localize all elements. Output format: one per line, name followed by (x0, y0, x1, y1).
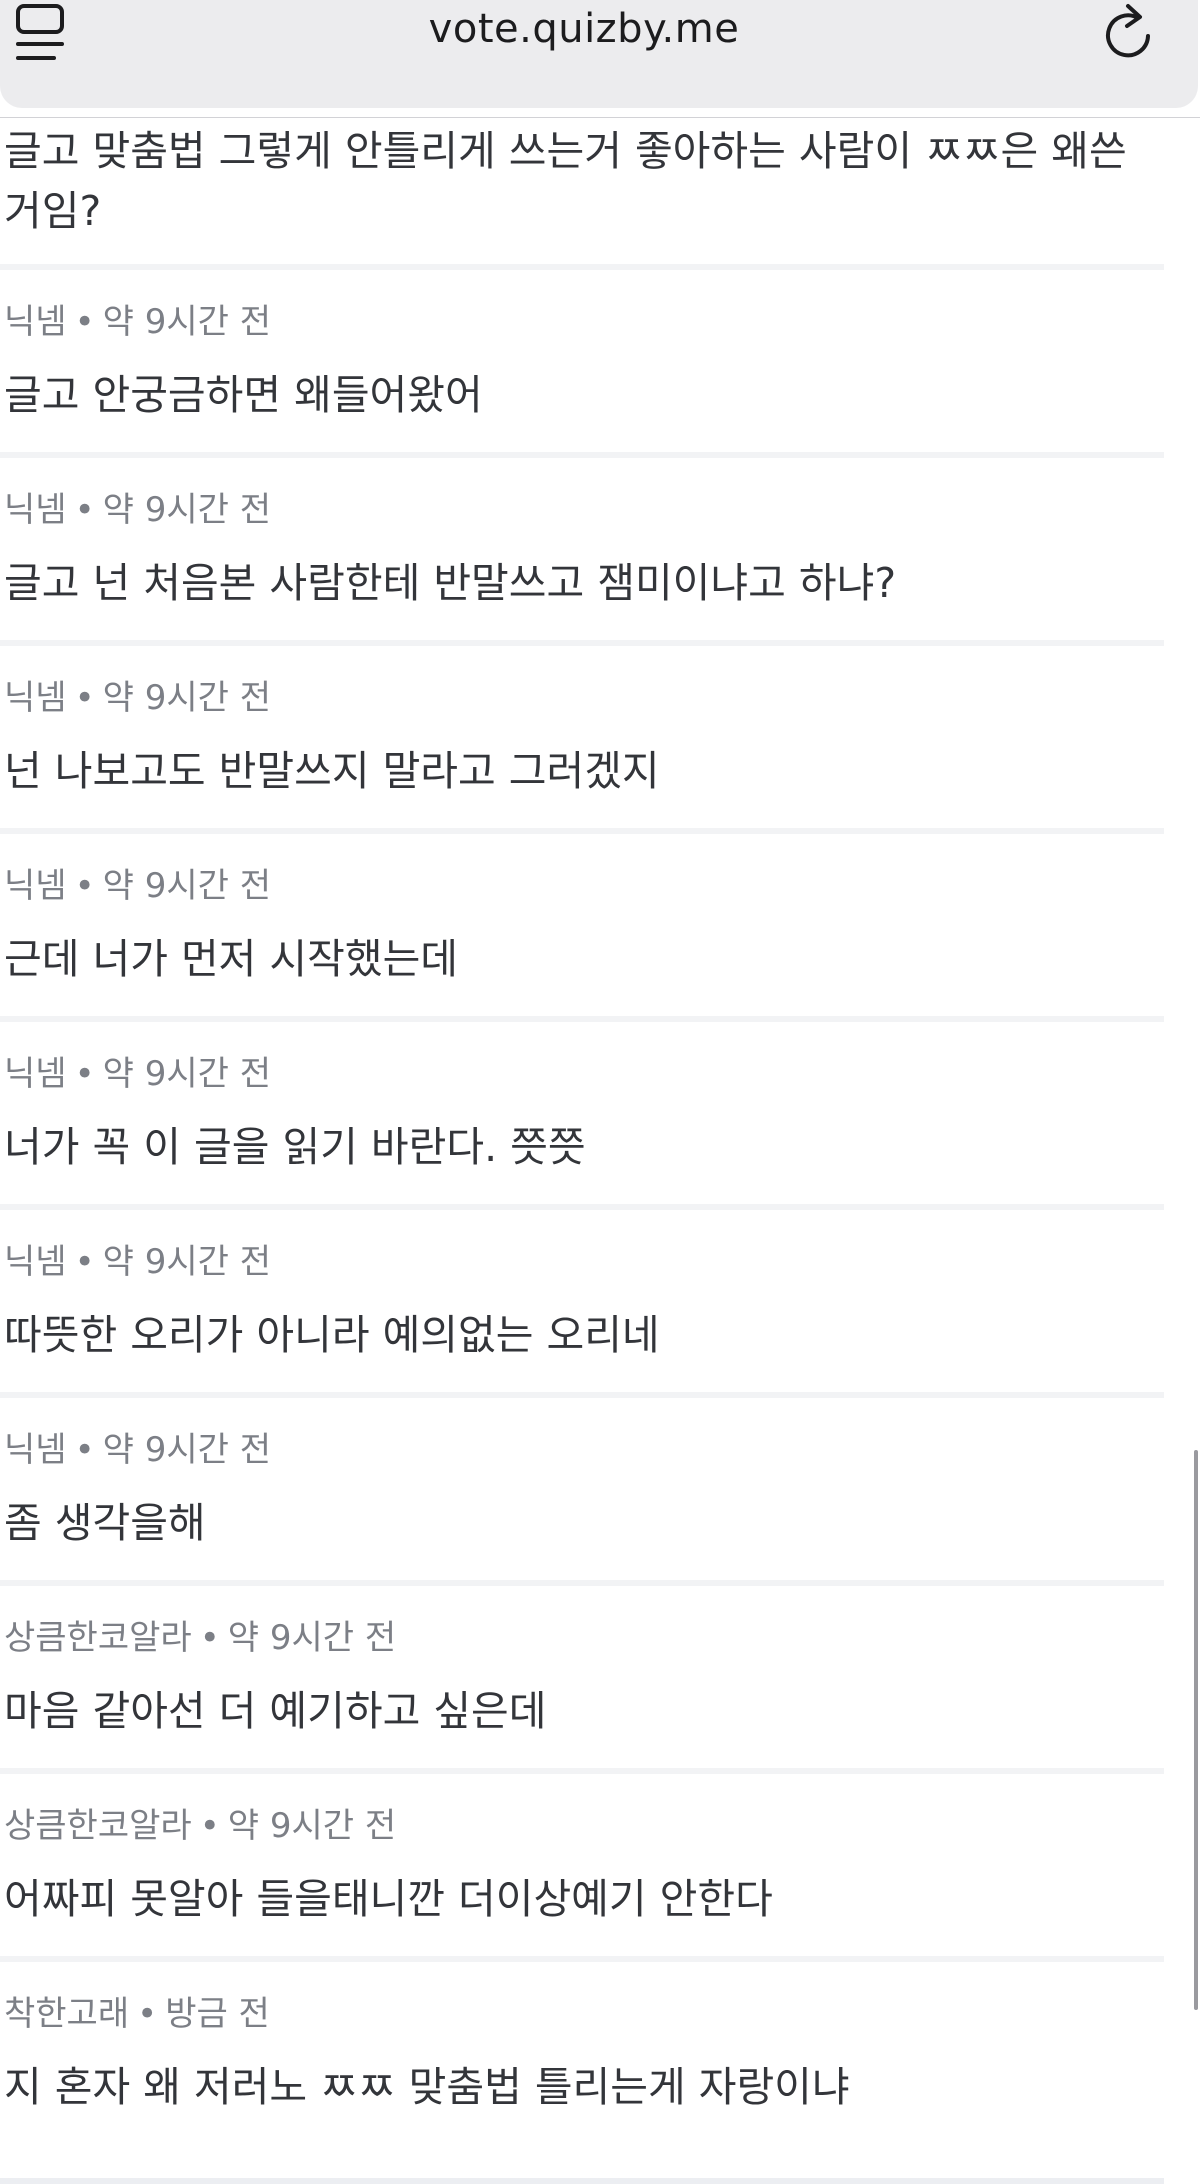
comment-meta: 상큼한코알라 • 약 9시간 전 (4, 1616, 396, 1660)
comment-time: 약 9시간 전 (102, 1054, 271, 1094)
comment-author: 닉넴 (4, 1242, 67, 1282)
meta-separator: • (74, 866, 95, 906)
comment-meta: 닉넴 • 약 9시간 전 (4, 1052, 271, 1096)
comment-text: 넌 나보고도 반말쓰지 말라고 그러겠지 (4, 747, 660, 795)
comment-meta: 닉넴 • 약 9시간 전 (4, 676, 271, 720)
comment-meta: 닉넴 • 약 9시간 전 (4, 1428, 271, 1472)
comment-author: 닉넴 (4, 1430, 67, 1470)
divider (0, 1956, 1164, 1962)
meta-separator: • (74, 1430, 95, 1470)
comment-text: 근데 너가 먼저 시작했는데 (4, 935, 459, 983)
scrollbar[interactable] (1194, 1450, 1198, 2010)
comment-time: 약 9시간 전 (102, 1430, 271, 1470)
comment-text-line: 글고 맞춤법 그렇게 안틀리게 쓰는거 좋아하는 사람이 ㅉㅉ은 왜쓴 (4, 127, 1127, 175)
comment-text-line: 거임? (4, 187, 102, 235)
comment-meta: 닉넴 • 약 9시간 전 (4, 1240, 271, 1284)
divider (0, 264, 1164, 270)
comment-meta: 착한고래 • 방금 전 (4, 1992, 270, 2036)
divider (0, 1204, 1164, 1210)
comment-text: 지 혼자 왜 저러노 ㅉㅉ 맞춤법 틀리는게 자랑이냐 (4, 2063, 850, 2111)
comment-time: 약 9시간 전 (102, 678, 271, 718)
comment-meta: 상큼한코알라 • 약 9시간 전 (4, 1804, 396, 1848)
comment-text: 글고 안궁금하면 왜들어왔어 (4, 371, 483, 419)
comment-time: 약 9시간 전 (227, 1806, 397, 1846)
divider (0, 1016, 1164, 1022)
comment-time: 약 9시간 전 (102, 866, 271, 906)
comment-text: 마음 같아선 더 예기하고 싶은데 (4, 1687, 547, 1735)
comment-author: 닉넴 (4, 1054, 67, 1094)
divider (0, 452, 1164, 458)
comment-text: 따뜻한 오리가 아니라 예의없는 오리네 (4, 1311, 660, 1359)
meta-separator: • (199, 1806, 220, 1846)
comment-author: 착한고래 (4, 1994, 130, 2034)
comment-time: 약 9시간 전 (102, 1242, 271, 1282)
divider (0, 828, 1164, 834)
comment-meta: 닉넴 • 약 9시간 전 (4, 864, 271, 908)
meta-separator: • (137, 1994, 158, 2034)
comment-meta: 닉넴 • 약 9시간 전 (4, 488, 271, 532)
comment-time: 약 9시간 전 (227, 1618, 397, 1658)
toolbar-divider (0, 117, 1200, 118)
meta-separator: • (74, 302, 95, 342)
comment-time: 방금 전 (165, 1994, 270, 2034)
comment-author: 닉넴 (4, 302, 67, 342)
comment-meta: 닉넴 • 약 9시간 전 (4, 300, 271, 344)
comment-text: 좀 생각을해 (4, 1499, 206, 1547)
comment-text: 어짜피 못알아 들을태니깐 더이상예기 안한다 (4, 1875, 773, 1923)
comment-author: 닉넴 (4, 866, 67, 906)
meta-separator: • (74, 1054, 95, 1094)
comment-text: 글고 넌 처음본 사람한테 반말쓰고 잼미이냐고 하냐? (4, 559, 897, 607)
meta-separator: • (74, 490, 95, 530)
comment-text: 너가 꼭 이 글을 읽기 바란다. 쯧쯧 (4, 1123, 586, 1171)
meta-separator: • (74, 1242, 95, 1282)
comment-author: 상큼한코알라 (4, 1618, 192, 1658)
reload-icon[interactable] (1100, 0, 1156, 64)
comment-author: 닉넴 (4, 490, 67, 530)
divider (0, 1580, 1164, 1586)
divider (0, 640, 1164, 646)
comment-time: 약 9시간 전 (102, 302, 271, 342)
comment-author: 닉넴 (4, 678, 67, 718)
comment-time: 약 9시간 전 (102, 490, 271, 530)
meta-separator: • (199, 1618, 220, 1658)
divider (0, 1392, 1164, 1398)
url-text[interactable]: vote.quizby.me (0, 6, 1168, 52)
divider (0, 2178, 1164, 2184)
comment-author: 상큼한코알라 (4, 1806, 192, 1846)
meta-separator: • (74, 678, 95, 718)
browser-toolbar: vote.quizby.me (0, 0, 1200, 118)
divider (0, 1768, 1164, 1774)
